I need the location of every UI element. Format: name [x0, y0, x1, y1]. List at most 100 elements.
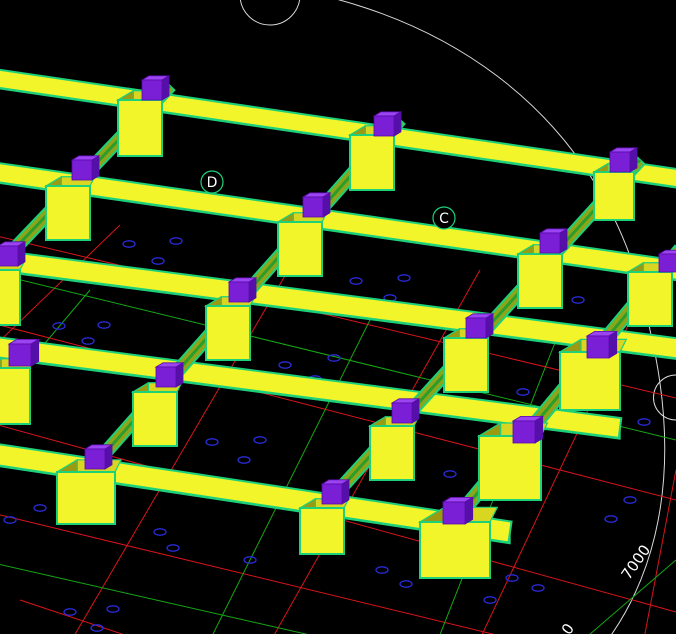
axis-label-c: C	[439, 211, 449, 227]
pile-cap-6	[515, 243, 568, 310]
pile-cap-front	[0, 367, 31, 425]
cube-icon	[0, 245, 19, 267]
pile-ellipse-icon	[253, 436, 267, 444]
cube-icon	[373, 115, 395, 137]
cube-icon	[391, 402, 413, 424]
column-side	[104, 444, 113, 470]
pile-cap-front	[299, 507, 345, 555]
pile-cap-5	[275, 211, 328, 278]
cube-icon	[586, 335, 610, 359]
structure-3d-view[interactable]: D C 7000 0	[0, 0, 676, 634]
pile-ellipse-icon	[237, 456, 251, 464]
column-side	[464, 496, 474, 525]
axis-label-d: D	[207, 175, 218, 191]
column-side	[393, 111, 402, 137]
column-4	[70, 155, 101, 181]
column-13	[390, 398, 421, 424]
column-6	[538, 228, 569, 254]
pile-cap-front	[132, 391, 178, 447]
pile-ellipse-icon	[637, 418, 651, 426]
pile-ellipse-icon	[604, 515, 618, 523]
pile-cap-16	[297, 497, 350, 556]
pile-ellipse-icon	[516, 388, 530, 396]
pile-ellipse-icon	[169, 237, 183, 245]
pile-ellipse-icon	[399, 580, 413, 588]
cube-icon	[84, 448, 106, 470]
column-15	[83, 444, 114, 470]
axis-bubble-d[interactable]: D	[200, 170, 224, 194]
pile-ellipse-icon	[397, 274, 411, 282]
pile-ellipse-icon	[349, 277, 363, 285]
column-5	[301, 192, 332, 218]
column-side	[411, 398, 420, 424]
column-side	[608, 330, 618, 359]
grid-line-red	[19, 599, 124, 634]
pile-cap-front	[627, 271, 673, 327]
column-side	[322, 192, 331, 218]
pile-cap-front	[45, 185, 91, 241]
cube-icon	[71, 159, 93, 181]
pile-ellipse-icon	[151, 257, 165, 265]
pile-ellipse-icon	[623, 496, 637, 504]
pile-cap-front	[517, 253, 563, 309]
grid-line-green	[0, 564, 308, 634]
cube-icon	[141, 79, 163, 101]
cube-icon	[155, 366, 177, 388]
beam-top-face	[0, 68, 676, 189]
pile-cap-12	[130, 381, 183, 448]
cube-icon	[228, 281, 250, 303]
pile-cap-8	[203, 295, 256, 362]
pile-cap-front	[205, 305, 251, 361]
column-side	[175, 362, 184, 388]
pile-cap-1	[115, 89, 168, 158]
column-18	[441, 496, 475, 525]
cube-icon	[658, 253, 676, 273]
pile-cap-front	[56, 471, 116, 525]
pile-ellipse-icon	[571, 296, 585, 304]
column-2	[372, 111, 403, 137]
pile-ellipse-icon	[106, 605, 120, 613]
cube-icon	[442, 501, 466, 525]
column-side	[91, 155, 100, 181]
column-side	[17, 241, 26, 267]
pile-cap-7	[0, 260, 26, 326]
column-side	[341, 479, 350, 505]
column-14	[585, 330, 619, 359]
column-side	[161, 75, 170, 101]
pile-cap-15	[54, 458, 123, 526]
pile-ellipse-icon	[375, 566, 389, 574]
dimension-label-partial: 0	[558, 620, 578, 634]
pile-ellipse-icon	[483, 596, 497, 604]
column-3	[608, 147, 639, 173]
pile-ellipse-icon	[531, 584, 545, 592]
pile-cap-13	[367, 415, 420, 482]
column-side	[629, 147, 638, 173]
cube-icon	[539, 232, 561, 254]
column-side	[485, 313, 494, 339]
pile-ellipse-icon	[63, 608, 77, 616]
pile-cap-4	[43, 175, 96, 242]
pile-cap-front	[0, 269, 21, 326]
column-16	[320, 479, 351, 505]
cube-icon	[512, 420, 536, 444]
beam-row-1	[0, 68, 676, 189]
cube-icon	[321, 483, 343, 505]
pile-ellipse-icon	[153, 528, 167, 536]
pile-cap-front	[277, 221, 323, 277]
cube-icon	[8, 343, 32, 367]
pile-cap-front	[117, 99, 163, 157]
cube-icon	[465, 317, 487, 339]
pile-cap-front	[419, 521, 491, 579]
column-10	[657, 249, 676, 273]
pile-ellipse-icon	[33, 504, 47, 512]
pile-ellipse-icon	[166, 544, 180, 552]
column-7	[0, 241, 27, 267]
pile-cap-front	[349, 134, 395, 191]
pile-cap-front	[443, 337, 489, 393]
pile-ellipse-icon	[205, 438, 219, 446]
column-top	[657, 249, 676, 255]
axis-bubble-c[interactable]: C	[432, 206, 456, 230]
column-17	[511, 415, 545, 444]
model-viewport[interactable]: D C 7000 0	[0, 0, 676, 634]
nav-circle-top	[239, 0, 301, 26]
